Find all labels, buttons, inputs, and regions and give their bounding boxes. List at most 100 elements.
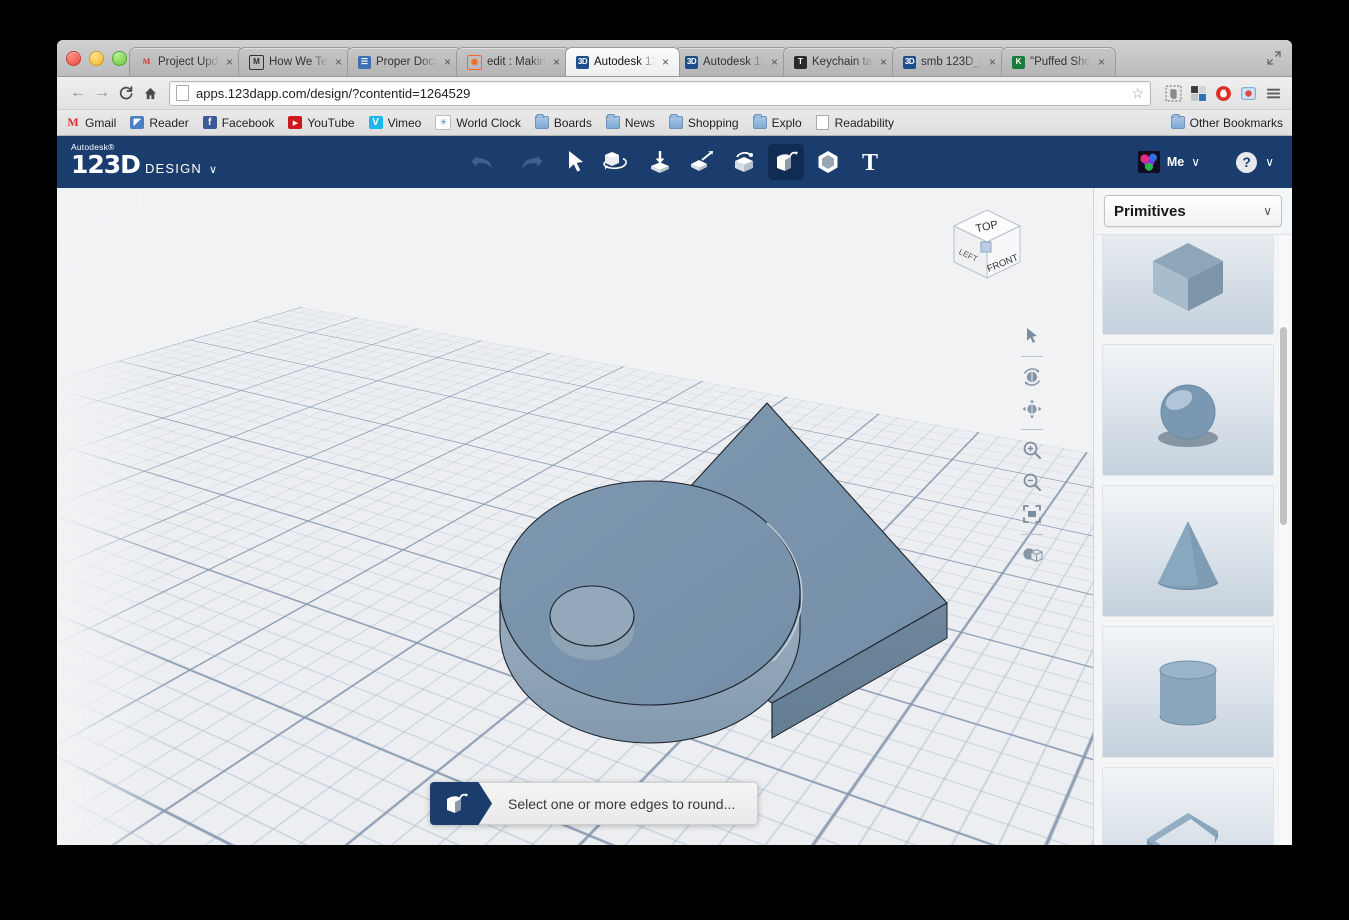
facebook-icon: f (202, 116, 217, 129)
zoom-out-nav-tool[interactable] (1017, 467, 1047, 497)
help-icon[interactable]: ? (1236, 151, 1258, 173)
bookmark-item[interactable]: News (605, 114, 655, 130)
panel-scrollbar-thumb[interactable] (1280, 327, 1287, 525)
browser-tab[interactable]: ☰ Proper Docu × (347, 47, 462, 76)
primitive-sphere[interactable] (1102, 344, 1274, 476)
close-tab-icon[interactable]: × (769, 56, 780, 68)
zoom-in-nav-tool[interactable] (1017, 435, 1047, 465)
bookmark-item[interactable]: ◤ Reader (130, 115, 189, 130)
browser-tab[interactable]: ◉ edit : Making × (456, 47, 571, 76)
bookmark-item[interactable]: Other Bookmarks (1170, 114, 1283, 130)
fullscreen-icon[interactable] (1266, 50, 1282, 66)
home-button[interactable] (138, 81, 162, 105)
sketch-tool[interactable] (684, 144, 720, 180)
bookmark-item[interactable]: Shopping (668, 114, 739, 130)
view-cube[interactable]: TOP FRONT LEFT (940, 204, 1032, 286)
tab-label: How We Test (269, 56, 328, 68)
undo-button[interactable] (465, 144, 501, 180)
browser-tab[interactable]: 3D Autodesk 12 × (674, 47, 789, 76)
youtube-icon: ▶ (288, 116, 303, 129)
windows-squares-icon[interactable] (1188, 83, 1208, 103)
pocket-icon[interactable] (1238, 83, 1258, 103)
account-menu[interactable]: Me ∨ (1137, 136, 1200, 188)
primitive-cone[interactable] (1102, 485, 1274, 617)
bookmark-label: Shopping (687, 115, 739, 130)
browser-tab[interactable]: K "Puffed Shog × (1001, 47, 1116, 76)
bookmark-item[interactable]: ▶ YouTube (288, 115, 355, 130)
browser-tab[interactable]: M How We Test × (238, 47, 353, 76)
bookmark-item[interactable]: V Vimeo (368, 116, 421, 130)
select-nav-tool[interactable] (1017, 321, 1047, 351)
bookmark-item[interactable]: ☀ World Clock (435, 115, 521, 130)
autodesk-123d-icon: 3D (576, 55, 589, 69)
bookmark-label: YouTube (307, 115, 355, 130)
world-clock-icon: ☀ (435, 115, 452, 130)
chevron-down-icon[interactable]: ∨ (1191, 155, 1200, 169)
close-tab-icon[interactable]: × (987, 56, 998, 68)
close-tab-icon[interactable]: × (878, 56, 889, 68)
chevron-down-icon[interactable]: ∨ (1263, 204, 1272, 218)
bookmark-item[interactable]: Boards (534, 114, 592, 130)
construct-tool[interactable] (726, 144, 762, 180)
close-tab-icon[interactable]: × (1096, 56, 1107, 68)
pan-nav-tool[interactable] (1017, 394, 1047, 424)
close-window-button[interactable] (66, 51, 81, 66)
transform-tool[interactable] (600, 144, 636, 180)
folder-icon (1170, 114, 1185, 129)
folder-icon (605, 114, 620, 129)
redo-button[interactable] (513, 144, 549, 180)
orbit-nav-tool[interactable] (1017, 362, 1047, 392)
modify-tool[interactable] (767, 144, 804, 180)
autodesk-123d-icon: 3D (903, 55, 916, 69)
category-select[interactable]: Primitives ∨ (1104, 195, 1282, 227)
browser-tab[interactable]: 3D smb 123D_D × (892, 47, 1007, 76)
page-info-icon (176, 85, 189, 101)
select-tool[interactable] (558, 144, 594, 180)
text-tool[interactable]: T (852, 144, 888, 180)
forward-button[interactable]: → (90, 81, 114, 105)
primitive-cylinder[interactable] (1102, 626, 1274, 758)
minimize-window-button[interactable] (89, 51, 104, 66)
browser-tab[interactable]: M Project Upda × (129, 47, 244, 76)
bookmark-label: News (624, 115, 655, 130)
adblock-icon[interactable] (1213, 83, 1233, 103)
bookmark-star-icon[interactable]: ☆ (1131, 85, 1144, 102)
close-tab-icon[interactable]: × (660, 56, 671, 68)
back-button[interactable]: ← (66, 81, 90, 105)
bookmark-label: Reader (149, 115, 189, 130)
bookmark-label: Explo (771, 115, 802, 130)
folder-icon (534, 114, 549, 129)
help-menu[interactable]: ? ∨ (1236, 136, 1274, 188)
main-tool-group: T (57, 136, 1292, 188)
close-tab-icon[interactable]: × (224, 56, 235, 68)
pattern-tool[interactable] (810, 144, 846, 180)
browser-window: M Project Upda × M How We Test × ☰ Proper Docu ×… (57, 40, 1292, 845)
document-icon: ☰ (358, 55, 371, 69)
primitives-tool[interactable] (642, 144, 678, 180)
bookmark-item[interactable]: f Facebook (202, 116, 274, 130)
bookmark-item[interactable]: Readability (816, 115, 894, 130)
url-text[interactable]: apps.123dapp.com/design/?contentid=12645… (196, 86, 1127, 101)
bookmark-item[interactable]: Explo (752, 114, 802, 130)
reload-button[interactable] (114, 81, 138, 105)
chevron-down-icon[interactable]: ∨ (1265, 155, 1274, 169)
browser-tab[interactable]: T Keychain tag × (783, 47, 898, 76)
primitive-wedge[interactable] (1102, 767, 1274, 845)
close-tab-icon[interactable]: × (551, 56, 562, 68)
close-tab-icon[interactable]: × (442, 56, 453, 68)
tab-label: edit : Making (487, 56, 546, 68)
chrome-menu-icon[interactable] (1263, 83, 1283, 103)
panel-scroll-area[interactable] (1094, 235, 1292, 845)
fit-to-screen-nav-tool[interactable] (1017, 499, 1047, 529)
bookmark-label: World Clock (456, 115, 521, 130)
model-disc-with-hole-on-plate[interactable] (477, 383, 997, 783)
rss-reader-icon: ◤ (130, 116, 145, 129)
close-tab-icon[interactable]: × (333, 56, 344, 68)
zoom-window-button[interactable] (112, 51, 127, 66)
browser-tab[interactable]: 3D Autodesk 12 × (565, 47, 680, 76)
address-bar[interactable]: apps.123dapp.com/design/?contentid=12645… (169, 80, 1151, 106)
display-mode-nav-tool[interactable] (1017, 540, 1047, 570)
bookmark-item[interactable]: M Gmail (66, 115, 116, 130)
primitive-box[interactable] (1102, 235, 1274, 335)
evernote-icon[interactable] (1163, 83, 1183, 103)
